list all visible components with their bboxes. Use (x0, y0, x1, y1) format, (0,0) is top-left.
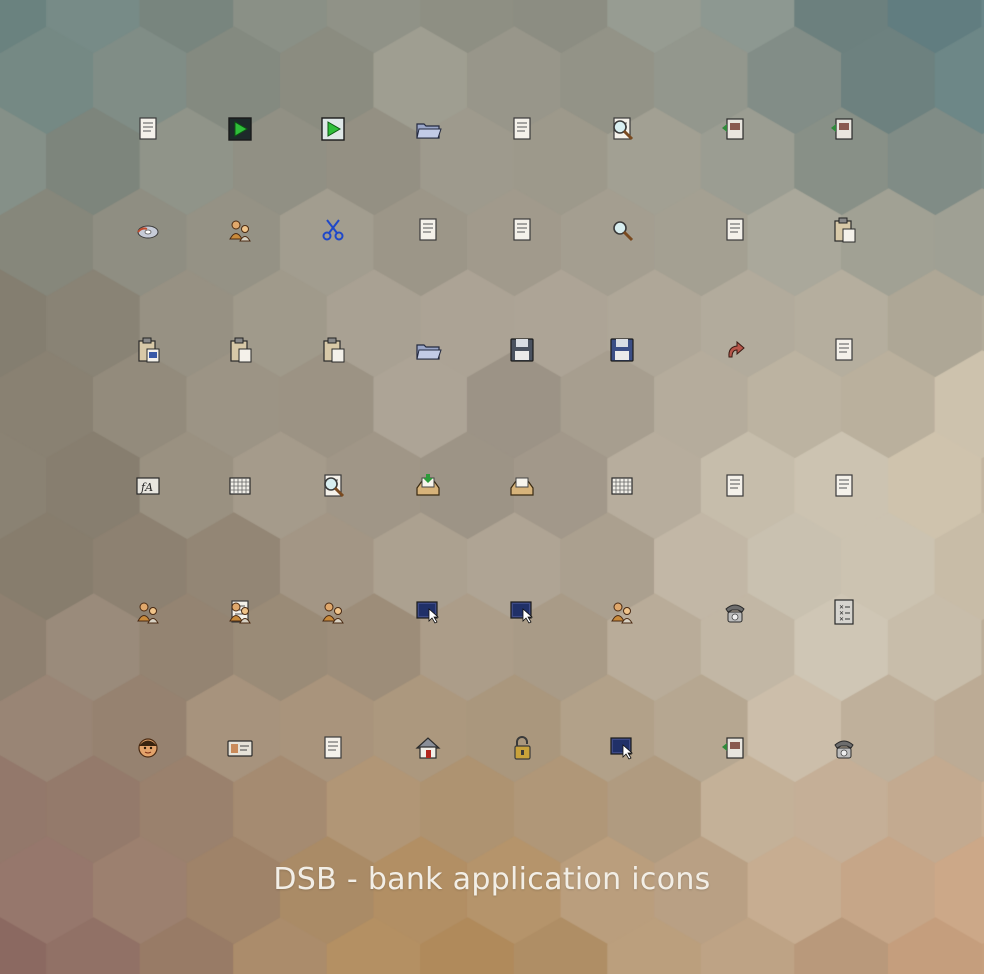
notepad-icon (829, 471, 859, 501)
search-text-icon (318, 471, 348, 501)
people-group-icon (133, 597, 163, 627)
folder-in-icon (413, 114, 443, 144)
id-card-icon (225, 733, 255, 763)
magnifier-icon (607, 215, 637, 245)
clipboard-paste-blue-icon (133, 335, 163, 365)
people-exchange-icon (607, 597, 637, 627)
trash-documents-icon (507, 215, 537, 245)
floppy-save-icon (507, 335, 537, 365)
play-green-outline-icon (318, 114, 348, 144)
hand-sparkle-icon (318, 597, 348, 627)
table-list-icon (607, 471, 637, 501)
undo-arrow-icon (720, 335, 750, 365)
clipboard-edit-icon (225, 335, 255, 365)
document-move-icon (720, 114, 750, 144)
icon-grid: fA ✕ ✕ ✕ (0, 0, 984, 974)
play-green-icon (225, 114, 255, 144)
telephone-icon (829, 733, 859, 763)
documents-compare-icon (318, 733, 348, 763)
floppy-save-blue-icon (607, 335, 637, 365)
home-icon (413, 733, 443, 763)
screen-cursor-icon (507, 597, 537, 627)
clipboard-arrow-icon (318, 335, 348, 365)
cd-disc-icon (133, 215, 163, 245)
svg-text:✕: ✕ (839, 616, 844, 623)
document-down-icon (413, 215, 443, 245)
people-cut-icon (225, 215, 255, 245)
function-icon: fA (133, 471, 163, 501)
phone-transfer-icon (720, 597, 750, 627)
window-shortcut-icon (413, 597, 443, 627)
checklist-x-icon: ✕ ✕ ✕ (829, 597, 859, 627)
card-reader-icon (720, 733, 750, 763)
person-face-icon (133, 733, 163, 763)
svg-text:fA: fA (140, 481, 153, 494)
network-transfer-icon (829, 114, 859, 144)
document-hand-icon (225, 597, 255, 627)
folder-open-icon (413, 335, 443, 365)
blue-scissors-icon (318, 215, 348, 245)
caption-title: DSB - bank application icons (273, 862, 711, 897)
spreadsheet-grid-icon (225, 471, 255, 501)
search-document-icon (607, 114, 637, 144)
document-close-icon (133, 114, 163, 144)
document-copy-icon (720, 215, 750, 245)
inbox-tray-icon (413, 471, 443, 501)
paper-stack-icon (507, 114, 537, 144)
document-text-icon (829, 335, 859, 365)
padlock-icon (507, 733, 537, 763)
clipboard-paste-icon (829, 215, 859, 245)
laptop-download-icon (607, 733, 637, 763)
mail-tray-icon (507, 471, 537, 501)
bullet-list-icon (720, 471, 750, 501)
